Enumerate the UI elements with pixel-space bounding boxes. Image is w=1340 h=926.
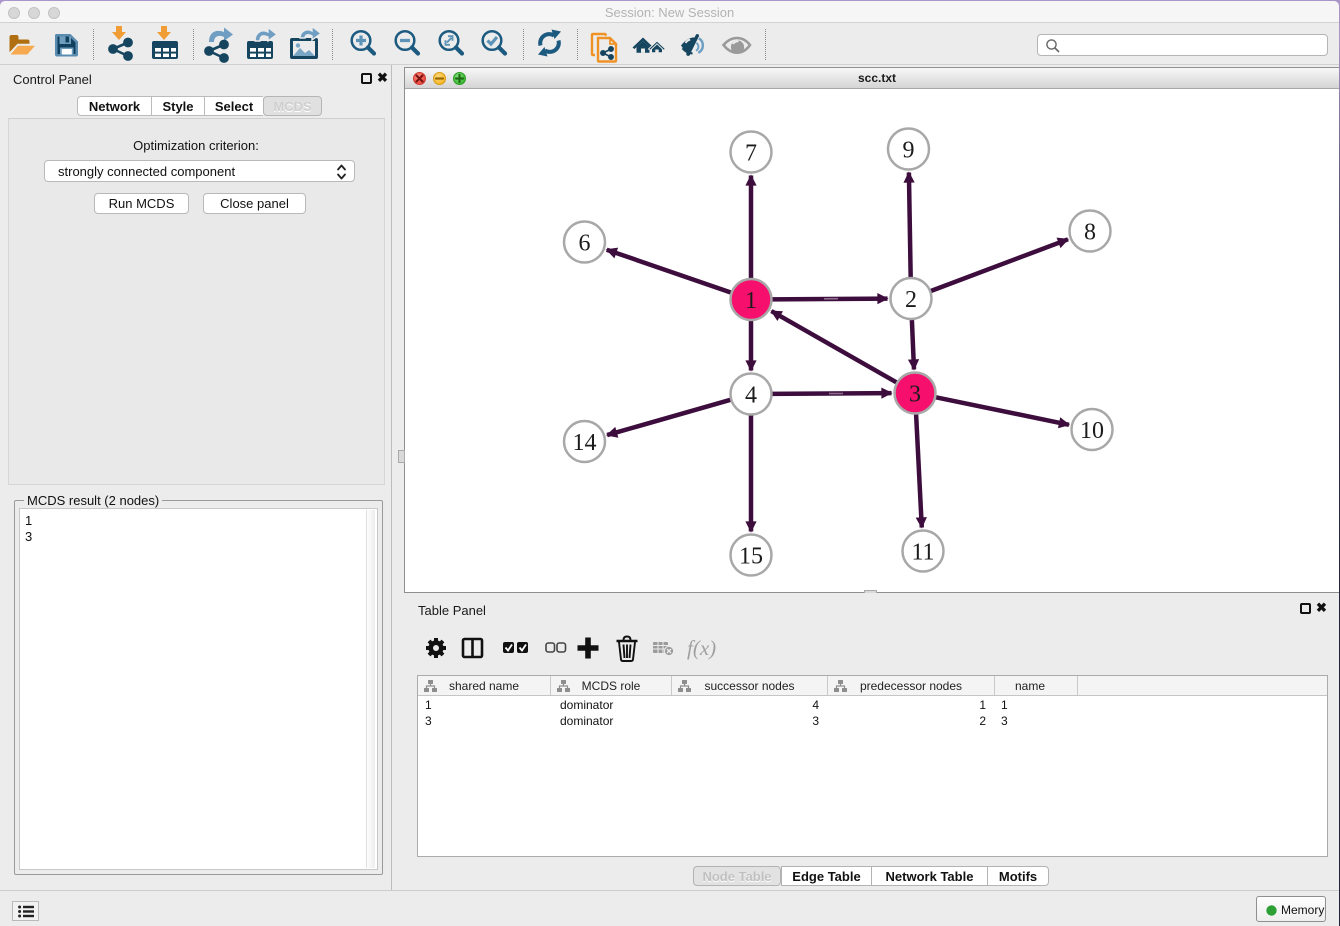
svg-text:4: 4: [745, 382, 757, 408]
svg-text:7: 7: [745, 140, 757, 166]
svg-text:3: 3: [909, 381, 921, 407]
svg-text:11: 11: [911, 539, 934, 565]
svg-text:f(x): f(x): [687, 636, 716, 660]
svg-text:6: 6: [579, 230, 591, 256]
svg-text:10: 10: [1080, 418, 1104, 444]
svg-text:2: 2: [905, 287, 917, 313]
svg-text:15: 15: [739, 543, 763, 569]
svg-text:9: 9: [903, 137, 915, 163]
svg-text:8: 8: [1084, 219, 1096, 245]
svg-text:1: 1: [745, 288, 757, 314]
svg-text:14: 14: [573, 430, 597, 456]
